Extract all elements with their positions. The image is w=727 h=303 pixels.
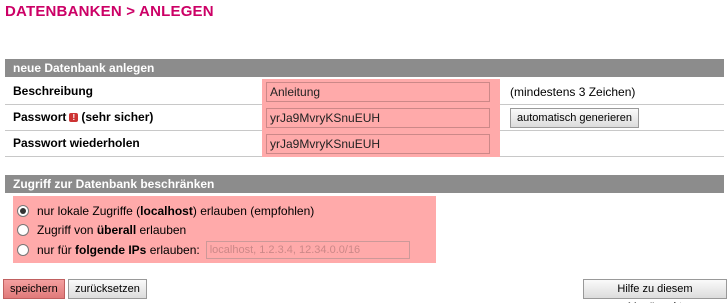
password-repeat-cell: [262, 131, 500, 157]
section-header-new-database: neue Datenbank anlegen: [5, 59, 724, 77]
password-input[interactable]: [266, 108, 490, 128]
password-label-group: Passwort! (sehr sicher): [13, 110, 153, 124]
access-option-ips-text: nur für folgende IPs erlauben:: [37, 243, 200, 257]
access-options-panel: nur lokale Zugriffe (localhost) erlauben…: [13, 196, 436, 263]
access-option-everywhere-text: Zugriff von überall erlauben: [37, 223, 187, 237]
page-title: DATENBANKEN > ANLEGEN: [5, 3, 214, 20]
password-repeat-input[interactable]: [266, 134, 490, 154]
password-repeat-label: Passwort wiederholen: [13, 136, 140, 150]
radio-localhost[interactable]: [17, 205, 29, 217]
description-label: Beschreibung: [13, 84, 94, 98]
description-hint: (mindestens 3 Zeichen): [510, 85, 636, 99]
section-header-access: Zugriff zur Datenbank beschränken: [5, 175, 724, 193]
password-label: Passwort: [13, 110, 67, 124]
generate-password-button[interactable]: automatisch generieren: [510, 108, 639, 128]
password-repeat-row: Passwort wiederholen: [5, 131, 724, 157]
password-cell: [262, 105, 500, 131]
access-option-localhost[interactable]: nur lokale Zugriffe (localhost) erlauben…: [17, 202, 314, 220]
ip-list-input[interactable]: [205, 241, 410, 259]
description-cell: [262, 79, 500, 105]
warning-icon: !: [69, 113, 79, 122]
save-button[interactable]: speichern: [3, 279, 65, 299]
password-strength: (sehr sicher): [81, 110, 154, 124]
radio-ips[interactable]: [17, 244, 29, 256]
description-row: Beschreibung (mindestens 3 Zeichen): [5, 79, 724, 105]
description-input[interactable]: [266, 82, 490, 102]
access-option-ips[interactable]: nur für folgende IPs erlauben:: [17, 241, 410, 259]
access-option-localhost-text: nur lokale Zugriffe (localhost) erlauben…: [37, 204, 315, 218]
radio-everywhere[interactable]: [17, 224, 29, 236]
help-button[interactable]: Hilfe zu diesem Menüpunkt: [583, 279, 727, 303]
access-option-everywhere[interactable]: Zugriff von überall erlauben: [17, 221, 186, 239]
password-row: Passwort!(sehr sicher) automatisch gener…: [5, 105, 724, 131]
reset-button[interactable]: zurücksetzen: [68, 279, 147, 299]
